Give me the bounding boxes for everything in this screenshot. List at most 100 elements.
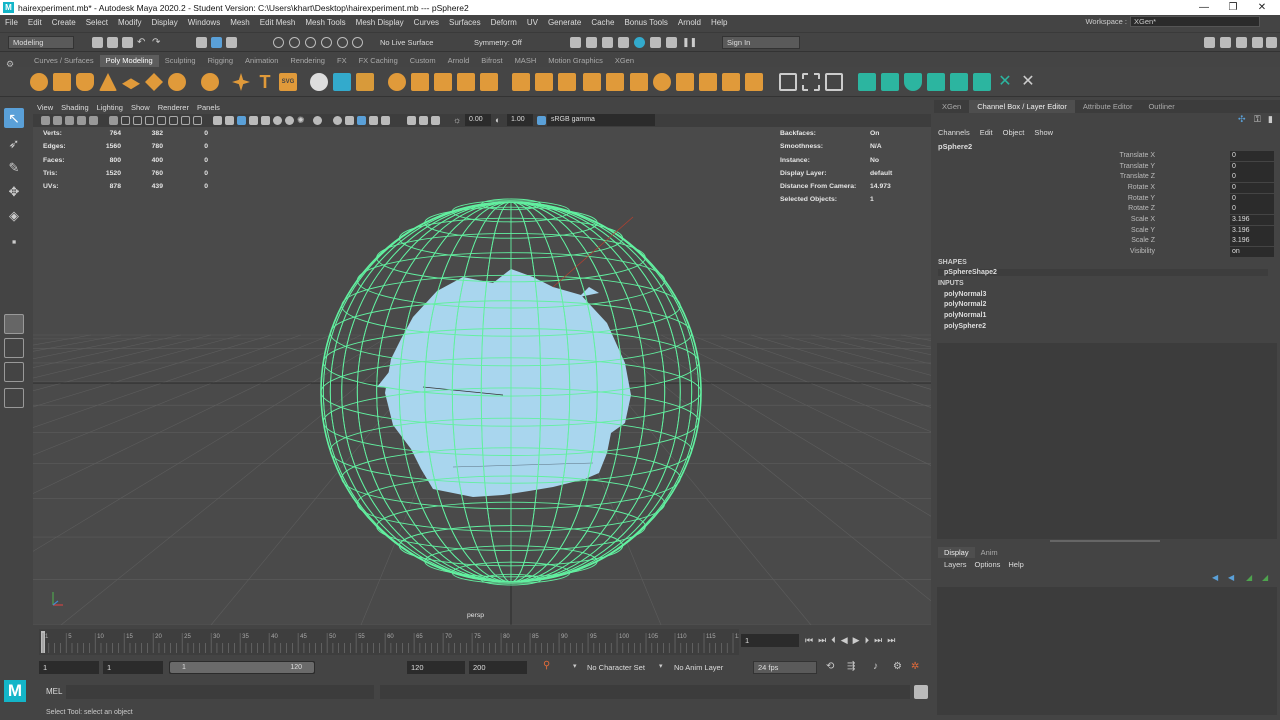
- poly-cone-icon[interactable]: [99, 73, 117, 91]
- xray-active-icon[interactable]: [381, 116, 390, 125]
- quad-draw-icon[interactable]: [745, 73, 763, 91]
- target-weld-icon[interactable]: [699, 73, 717, 91]
- step-forward-frame-icon[interactable]: ⏵: [865, 635, 870, 646]
- scale-tool-icon[interactable]: ▪: [4, 232, 24, 252]
- input-node-polysphere2[interactable]: polySphere2: [944, 323, 986, 330]
- current-frame-field[interactable]: 1: [741, 634, 799, 647]
- auto-key-icon[interactable]: ⚲: [543, 660, 550, 671]
- channel-visibility[interactable]: Visibility on: [934, 247, 1277, 258]
- type-tool-icon[interactable]: T: [256, 73, 274, 91]
- 2d-pan-zoom-icon[interactable]: [89, 116, 98, 125]
- pen-tool-icon[interactable]: [779, 73, 797, 91]
- combine-icon[interactable]: [333, 73, 351, 91]
- render-settings-icon[interactable]: [602, 37, 613, 48]
- channel-menu-object[interactable]: Object: [1003, 128, 1025, 137]
- anti-aliasing-icon[interactable]: [313, 116, 322, 125]
- extrude-icon[interactable]: [512, 73, 530, 91]
- mirror-icon[interactable]: [411, 73, 429, 91]
- snap-live-icon[interactable]: [337, 37, 348, 48]
- freeze-transform-icon[interactable]: ✕: [996, 73, 1014, 91]
- select-object-icon[interactable]: [211, 37, 222, 48]
- render-view-icon[interactable]: [650, 37, 661, 48]
- input-node-polynormal1[interactable]: polyNormal1: [944, 312, 986, 319]
- play-backwards-icon[interactable]: ◀: [841, 635, 848, 646]
- smooth-shade-icon[interactable]: [225, 116, 234, 125]
- channel-translate-z[interactable]: Translate Z 0: [934, 172, 1277, 183]
- character-set-dropdown[interactable]: No Character Set: [587, 663, 645, 672]
- panel-toggle-icon[interactable]: [1266, 37, 1277, 48]
- shelf-tab-xgen[interactable]: XGen: [609, 55, 640, 67]
- camera-select-icon[interactable]: [41, 116, 50, 125]
- workspace-dropdown[interactable]: XGen*: [1130, 16, 1260, 27]
- camera-attributes-icon[interactable]: [53, 116, 62, 125]
- minimize-button[interactable]: —: [1190, 0, 1218, 15]
- gate-mask-icon[interactable]: [157, 116, 166, 125]
- menu-create[interactable]: Create: [47, 18, 81, 27]
- undo-icon[interactable]: ↶: [137, 37, 148, 48]
- tab-outliner[interactable]: Outliner: [1140, 100, 1182, 113]
- menu-generate[interactable]: Generate: [543, 18, 586, 27]
- select-tool-icon[interactable]: ↖: [4, 108, 24, 128]
- menu-set-dropdown[interactable]: Modeling: [8, 36, 74, 49]
- channel-rotate-y[interactable]: Rotate Y 0: [934, 194, 1277, 205]
- bevel-icon[interactable]: [558, 73, 576, 91]
- poly-sphere-icon[interactable]: [30, 73, 48, 91]
- anim-layer-icon[interactable]: ▾: [659, 662, 663, 670]
- resolution-gate-icon[interactable]: [145, 116, 154, 125]
- panel-splitter[interactable]: [1050, 540, 1160, 542]
- cleanup-icon[interactable]: [881, 73, 899, 91]
- playback-start-field[interactable]: 1: [103, 661, 163, 674]
- xray-icon[interactable]: [357, 116, 366, 125]
- gamma-icon[interactable]: ◐: [495, 116, 504, 125]
- make-hole-icon[interactable]: [630, 73, 648, 91]
- bookmarks-icon[interactable]: [65, 116, 74, 125]
- shelf-tab-rigging[interactable]: Rigging: [202, 55, 239, 67]
- channel-value[interactable]: 0: [1230, 204, 1274, 214]
- range-start-field[interactable]: 1: [39, 661, 99, 674]
- snap-point-icon[interactable]: [305, 37, 316, 48]
- move-tool-icon[interactable]: ✥: [4, 182, 24, 202]
- image-plane-icon[interactable]: [77, 116, 86, 125]
- channel-scale-x[interactable]: Scale X 3.196: [934, 215, 1277, 226]
- modeling-toolkit-icon[interactable]: [1204, 37, 1215, 48]
- gamma-field[interactable]: 1.00: [507, 114, 533, 126]
- channel-scale-y[interactable]: Scale Y 3.196: [934, 226, 1277, 237]
- channel-value[interactable]: 3.196: [1230, 236, 1274, 246]
- menu-edit-mesh[interactable]: Edit Mesh: [255, 18, 301, 27]
- channel-value[interactable]: 0: [1230, 162, 1274, 172]
- exposure-sun-icon[interactable]: ☼: [453, 116, 462, 125]
- step-back-key-icon[interactable]: ⏭: [818, 635, 826, 646]
- menu-windows[interactable]: Windows: [183, 18, 225, 27]
- render-icon[interactable]: [570, 37, 581, 48]
- 3d-viewport[interactable]: Verts: Edges: Faces: Tris: UVs: 764 1560…: [33, 127, 931, 625]
- menu-mesh-tools[interactable]: Mesh Tools: [300, 18, 350, 27]
- safe-action-icon[interactable]: [181, 116, 190, 125]
- rotate-tool-icon[interactable]: ◈: [4, 206, 24, 226]
- offset-loop-icon[interactable]: [722, 73, 740, 91]
- boolean-union-icon[interactable]: [434, 73, 452, 91]
- tab-xgen[interactable]: XGen: [934, 100, 969, 113]
- menu-curves[interactable]: Curves: [409, 18, 444, 27]
- open-scene-icon[interactable]: [107, 37, 118, 48]
- channel-menu-show[interactable]: Show: [1034, 128, 1053, 137]
- layer-menu-help[interactable]: Help: [1008, 560, 1023, 569]
- grid-icon[interactable]: [121, 116, 130, 125]
- menu-edit[interactable]: Edit: [23, 18, 47, 27]
- wireframe-icon[interactable]: [213, 116, 222, 125]
- paint-select-icon[interactable]: [825, 73, 843, 91]
- poly-torus-icon[interactable]: [145, 73, 163, 91]
- smooth-icon[interactable]: [388, 73, 406, 91]
- menu-arnold[interactable]: Arnold: [673, 18, 706, 27]
- layer-move-up-icon[interactable]: ◀: [1212, 573, 1218, 582]
- channel-menu-channels[interactable]: Channels: [938, 128, 970, 137]
- channel-value[interactable]: 0: [1230, 183, 1274, 193]
- exposure-field[interactable]: 0.00: [465, 114, 491, 126]
- range-slider[interactable]: 1 120: [169, 661, 315, 674]
- field-chart-icon[interactable]: [169, 116, 178, 125]
- loop-icon[interactable]: ⟲: [826, 661, 834, 672]
- shelf-tab-curves-surfaces[interactable]: Curves / Surfaces: [28, 55, 100, 67]
- paint-select-tool-icon[interactable]: ✎: [4, 158, 24, 178]
- range-slider-handle[interactable]: 1 120: [170, 662, 314, 673]
- attribute-editor-icon[interactable]: [1220, 37, 1231, 48]
- channel-value[interactable]: on: [1230, 247, 1274, 257]
